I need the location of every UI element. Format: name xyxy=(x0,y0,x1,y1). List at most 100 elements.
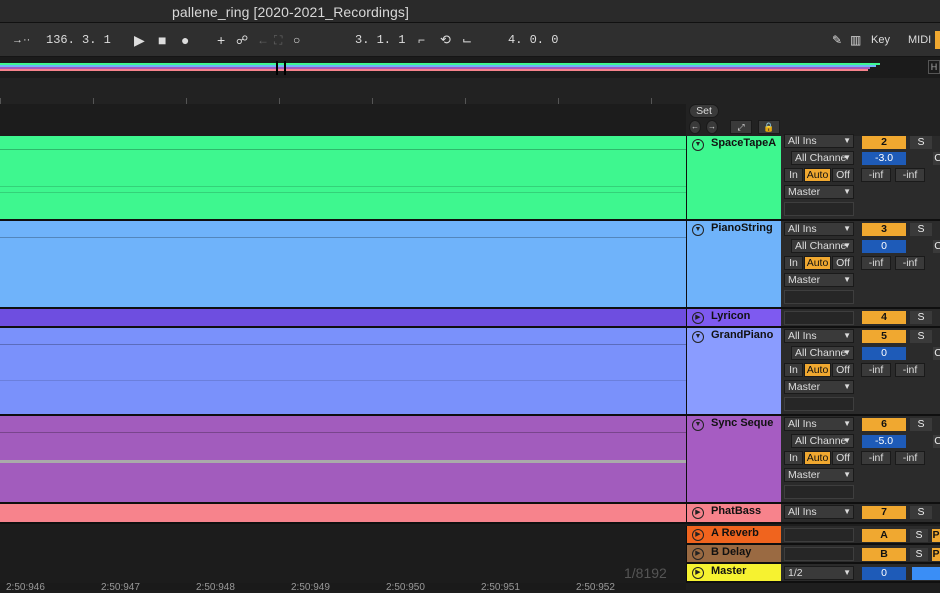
input-type-select[interactable]: All Ins ▼ xyxy=(784,505,854,519)
output-select[interactable]: Master ▼ xyxy=(784,273,854,287)
return-activator[interactable]: B xyxy=(862,548,906,561)
input-channel-select[interactable]: All Channe ▼ xyxy=(791,346,854,360)
output-sub-select[interactable] xyxy=(784,202,854,216)
key-map-button[interactable]: Key xyxy=(871,31,890,49)
fold-icon[interactable]: ▶ xyxy=(692,567,704,579)
input-type-select[interactable]: All Ins ▼ xyxy=(784,329,854,343)
solo-button[interactable]: S xyxy=(910,548,928,561)
input-channel-select[interactable]: All Channe ▼ xyxy=(791,239,854,253)
master-header[interactable]: ▶ Master xyxy=(686,564,781,583)
monitor-in-button[interactable]: In xyxy=(784,256,803,270)
output-sub-select[interactable] xyxy=(784,397,854,411)
capture-icon[interactable]: ⛶ xyxy=(274,31,282,49)
song-position[interactable]: 136. 3. 1 xyxy=(46,31,111,49)
volume-field[interactable]: -3.0 xyxy=(862,152,906,165)
track-activator[interactable]: 4 xyxy=(862,311,906,324)
loop-start[interactable]: 3. 1. 1 xyxy=(355,31,405,49)
loop-switch-icon[interactable]: ⟲ xyxy=(440,31,451,49)
input-channel-select[interactable]: All Channe ▼ xyxy=(791,434,854,448)
track-lane-sync-seque[interactable] xyxy=(0,416,686,504)
track-activator[interactable]: 6 xyxy=(862,418,906,431)
solo-button[interactable]: S xyxy=(910,330,932,343)
monitor-off-button[interactable]: Off xyxy=(832,168,854,182)
pre-post-button[interactable]: P xyxy=(932,548,940,561)
play-button[interactable]: ▶ xyxy=(134,31,145,49)
computer-keyboard-icon[interactable]: ▥ xyxy=(850,31,861,49)
solo-button[interactable]: S xyxy=(910,529,928,542)
track-activator[interactable]: 3 xyxy=(862,223,906,236)
input-type-select[interactable]: All Ins ▼ xyxy=(784,134,854,148)
punch-out-icon[interactable]: ⌙ xyxy=(462,31,472,49)
expand-icon[interactable]: ⤢ xyxy=(730,120,752,134)
overview-viewport[interactable] xyxy=(276,61,286,75)
pre-post-button[interactable]: P xyxy=(932,529,940,542)
solo-button[interactable]: S xyxy=(910,418,932,431)
volume-field[interactable]: 0 xyxy=(862,347,906,360)
master-pan-field[interactable] xyxy=(912,567,940,580)
loop-length[interactable]: 4. 0. 0 xyxy=(508,31,558,49)
arrangement-overview[interactable]: H xyxy=(0,57,940,78)
record-button[interactable]: ● xyxy=(181,31,189,49)
monitor-off-button[interactable]: Off xyxy=(832,451,854,465)
volume-field[interactable]: -5.0 xyxy=(862,435,906,448)
master-volume-field[interactable]: 0 xyxy=(862,567,906,580)
output-sub-select[interactable] xyxy=(784,290,854,304)
track-activator[interactable]: 7 xyxy=(862,506,906,519)
stop-button[interactable]: ■ xyxy=(158,31,166,49)
monitor-in-button[interactable]: In xyxy=(784,168,803,182)
monitor-off-button[interactable]: Off xyxy=(832,256,854,270)
follow-icon[interactable]: →·· xyxy=(12,31,30,49)
input-type-select[interactable]: All Ins ▼ xyxy=(784,222,854,236)
output-sub-select[interactable] xyxy=(784,485,854,499)
track-lane-pianostring[interactable] xyxy=(0,221,686,309)
punch-in-icon[interactable]: ⌐ xyxy=(418,31,425,49)
set-locator-button[interactable]: Set xyxy=(689,104,719,118)
monitor-in-button[interactable]: In xyxy=(784,363,803,377)
fold-icon[interactable]: ▶ xyxy=(692,529,704,541)
track-lane-lyricon[interactable] xyxy=(0,309,686,328)
output-select[interactable]: Master ▼ xyxy=(784,185,854,199)
return-activator[interactable]: A xyxy=(862,529,906,542)
fold-icon[interactable]: ▼ xyxy=(692,331,704,343)
monitor-auto-button[interactable]: Auto xyxy=(804,451,831,465)
monitor-auto-button[interactable]: Auto xyxy=(804,363,831,377)
overdub-icon[interactable]: + xyxy=(217,31,225,49)
track-lane-phatbass[interactable] xyxy=(0,504,686,524)
track-header-pianostring[interactable]: ▼ PianoString xyxy=(686,221,781,309)
fold-icon[interactable]: ▼ xyxy=(692,224,704,236)
monitor-off-button[interactable]: Off xyxy=(832,363,854,377)
draw-mode-icon[interactable]: ✎ xyxy=(832,31,842,49)
midi-map-button[interactable]: MIDI xyxy=(908,31,931,49)
track-header-lyricon[interactable]: ▶ Lyricon xyxy=(686,309,781,328)
next-locator-icon[interactable]: → xyxy=(706,120,718,134)
volume-field[interactable]: 0 xyxy=(862,240,906,253)
track-lane-spacetapea[interactable] xyxy=(0,136,686,221)
session-record-icon[interactable]: ○ xyxy=(293,31,300,49)
track-activator[interactable]: 5 xyxy=(862,330,906,343)
pan-field[interactable]: C xyxy=(933,240,940,253)
fold-icon[interactable]: ▼ xyxy=(692,419,704,431)
fold-icon[interactable]: ▼ xyxy=(692,139,704,151)
fold-icon[interactable]: ▶ xyxy=(692,312,704,324)
pan-field[interactable]: C xyxy=(933,152,940,165)
fold-icon[interactable]: ▶ xyxy=(692,507,704,519)
track-header-spacetapea[interactable]: ▼ SpaceTapeA xyxy=(686,136,781,221)
track-lane-grandpiano[interactable] xyxy=(0,328,686,416)
input-type-select[interactable]: All Ins ▼ xyxy=(784,417,854,431)
input-channel-select[interactable]: All Channe ▼ xyxy=(791,151,854,165)
output-select[interactable]: Master ▼ xyxy=(784,380,854,394)
solo-button[interactable]: S xyxy=(910,506,932,519)
return-header-b-delay[interactable]: ▶ B Delay xyxy=(686,545,781,564)
pan-field[interactable]: C xyxy=(933,347,940,360)
beat-ruler[interactable] xyxy=(0,78,686,136)
solo-button[interactable]: S xyxy=(910,136,932,149)
monitor-auto-button[interactable]: Auto xyxy=(804,256,831,270)
output-select[interactable]: Master ▼ xyxy=(784,468,854,482)
track-activator[interactable]: 2 xyxy=(862,136,906,149)
lock-icon[interactable]: 🔒 xyxy=(758,120,780,134)
pan-field[interactable]: C xyxy=(933,435,940,448)
fold-icon[interactable]: ▶ xyxy=(692,548,704,560)
reenable-automation-icon[interactable]: ← xyxy=(257,31,269,49)
track-header-grandpiano[interactable]: ▼ GrandPiano xyxy=(686,328,781,416)
monitor-in-button[interactable]: In xyxy=(784,451,803,465)
